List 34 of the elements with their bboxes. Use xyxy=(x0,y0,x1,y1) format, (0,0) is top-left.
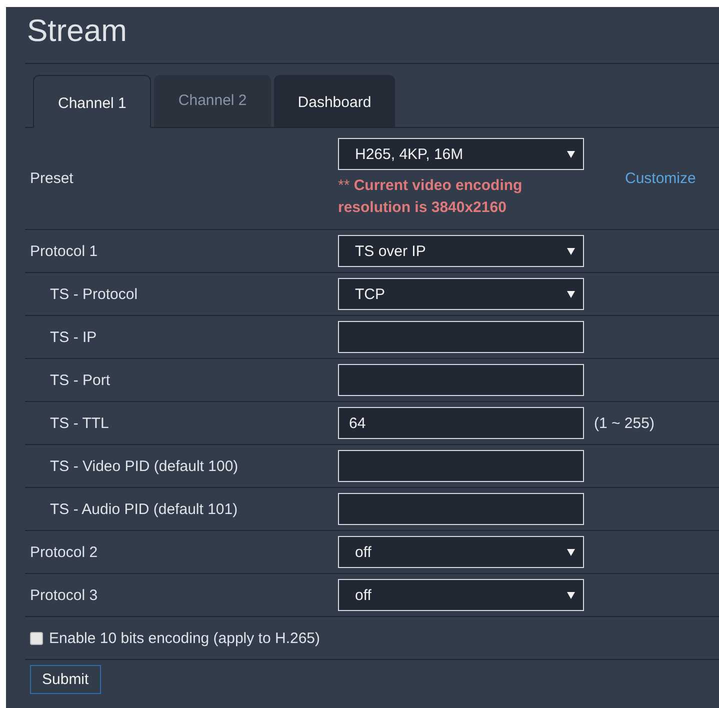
field-label: Protocol 3 xyxy=(29,586,99,604)
submit-button[interactable]: Submit xyxy=(30,665,101,694)
field-label: TS - Protocol xyxy=(49,286,139,302)
input-field[interactable]: 64 xyxy=(338,407,584,439)
range-hint: (1 ~ 255) xyxy=(594,414,654,432)
field-label: TS - Audio PID (default 101) xyxy=(49,500,239,518)
field-label: Protocol 1 xyxy=(29,242,99,260)
tab[interactable]: Channel 1 xyxy=(33,75,152,128)
field-label: Preset xyxy=(29,170,74,187)
tab[interactable]: Dashboard xyxy=(274,75,396,127)
field-label: TS - TTL xyxy=(49,414,110,432)
input-field[interactable] xyxy=(338,364,584,396)
dropdown[interactable]: TS over IP xyxy=(338,235,584,267)
warning-text: **Current video encoding resolution is 3840x2160 xyxy=(338,176,524,218)
input-field[interactable] xyxy=(338,493,584,525)
field-label: TS - Video PID (default 100) xyxy=(49,458,240,474)
input-field[interactable] xyxy=(338,450,584,482)
caret-icon xyxy=(567,592,575,598)
caret-icon xyxy=(567,548,575,556)
checkbox[interactable] xyxy=(30,632,43,644)
dropdown[interactable]: off xyxy=(338,536,584,568)
customize-link[interactable]: Customize xyxy=(625,170,696,187)
field-label: TS - IP xyxy=(49,328,98,346)
dropdown[interactable]: off xyxy=(338,579,584,611)
input-field[interactable] xyxy=(338,321,584,353)
caret-icon xyxy=(567,150,575,158)
page-title: Stream xyxy=(25,7,719,64)
checkbox-label: Enable 10 bits encoding (apply to H.265) xyxy=(49,630,320,646)
preset-select[interactable]: H265, 4KP, 16M xyxy=(338,138,584,170)
field-label: TS - Port xyxy=(49,372,112,388)
caret-icon xyxy=(567,290,575,298)
dropdown[interactable]: TCP xyxy=(338,278,584,310)
field-label: Protocol 2 xyxy=(29,544,99,560)
caret-icon xyxy=(567,248,575,254)
